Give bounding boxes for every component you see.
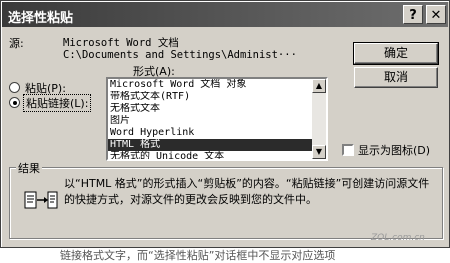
format-list-scrollbar[interactable]: ▲ ▼ xyxy=(312,79,326,159)
background-document-text: 链接格式文字，而“选择性粘贴”对话框中不显示对应选项 xyxy=(60,249,336,262)
result-title: 结果 xyxy=(16,160,42,176)
watermark: ZOL.com.cn xyxy=(371,233,425,243)
title-bar[interactable]: 选择性粘贴 ? ✕ xyxy=(2,2,448,27)
format-list-item[interactable]: Microsoft Word 文档 对象 xyxy=(108,79,312,91)
paste-special-dialog: 选择性粘贴 ? ✕ 源: Microsoft Word 文档 C:\Docume… xyxy=(0,0,450,248)
format-list-item[interactable]: Word Hyperlink xyxy=(108,127,312,139)
result-groupbox: 结果 以“HTML 格式”的形式插入“剪贴板”的内容。“粘贴链接”可创建访问源文… xyxy=(9,160,443,239)
format-listbox[interactable]: Microsoft Word 文档 对象 带格式文本(RTF) 无格式文本 图片 Wor… xyxy=(106,77,328,161)
format-list-item[interactable]: HTML 格式 xyxy=(108,139,312,151)
format-list-item[interactable]: 图片 xyxy=(108,115,312,127)
paste-link-radio[interactable] xyxy=(9,97,20,108)
scroll-down-icon[interactable]: ▼ xyxy=(312,145,326,159)
paste-link-radio-label: 粘贴链接(L): xyxy=(23,94,92,112)
paste-link-result-icon xyxy=(24,191,58,209)
scroll-up-icon[interactable]: ▲ xyxy=(312,79,326,93)
format-list-item[interactable]: 无格式的 Unicode 文本 xyxy=(108,151,312,159)
cancel-button[interactable]: 取消 xyxy=(354,67,438,88)
format-list: Microsoft Word 文档 对象 带格式文本(RTF) 无格式文本 图片 Wor… xyxy=(108,79,312,159)
source-path: C:\Documents and Settings\Administ··· xyxy=(63,49,297,61)
format-list-item[interactable]: 无格式文本 xyxy=(108,103,312,115)
radio-selected-dot xyxy=(13,101,17,105)
help-icon: ? xyxy=(409,8,417,23)
display-as-icon-label: 显示为图标(D) xyxy=(358,144,431,157)
help-button[interactable]: ? xyxy=(403,5,423,24)
source-name: Microsoft Word 文档 xyxy=(63,37,179,49)
dialog-title: 选择性粘贴 xyxy=(8,11,74,26)
paste-radio[interactable] xyxy=(9,82,20,93)
source-label: 源: xyxy=(9,37,24,50)
format-list-item[interactable]: 带格式文本(RTF) xyxy=(108,91,312,103)
result-description: 以“HTML 格式”的形式插入“剪贴板”的内容。“粘贴链接”可创建访问源文件的快… xyxy=(64,177,430,206)
close-icon: ✕ xyxy=(430,8,442,23)
display-as-icon-checkbox[interactable] xyxy=(342,144,354,156)
ok-button[interactable]: 确定 xyxy=(353,42,439,65)
close-button[interactable]: ✕ xyxy=(426,5,446,24)
